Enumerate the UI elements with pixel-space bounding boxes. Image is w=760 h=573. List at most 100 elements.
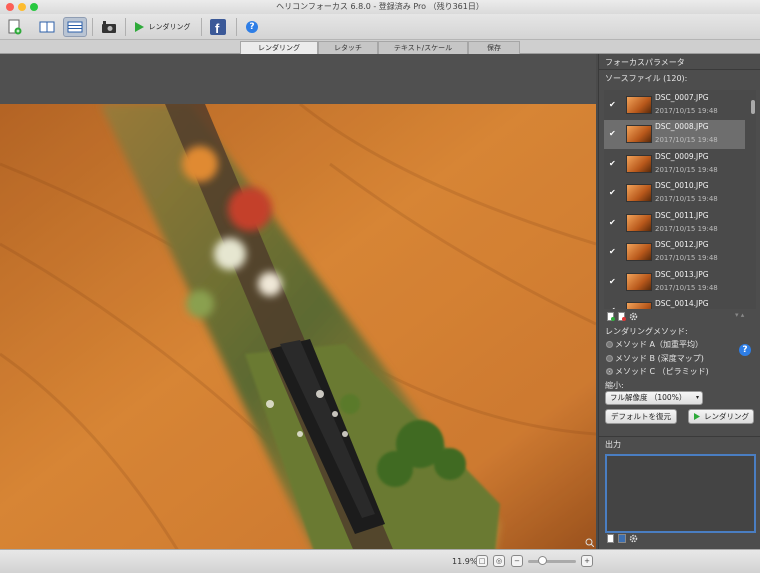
- list-item[interactable]: ✔ DSC_0013.JPG 2017/10/15 19:48: [604, 268, 745, 297]
- file-date: 2017/10/15 19:48: [655, 107, 718, 115]
- tab-retouch[interactable]: レタッチ: [318, 41, 378, 54]
- facebook-icon: f: [210, 19, 226, 35]
- file-date: 2017/10/15 19:48: [655, 254, 718, 262]
- app-window: ヘリコンフォーカス 6.8.0 - 登録済み Pro （残り361日） レンダリ…: [0, 0, 760, 573]
- chevron-down-icon: ▾: [695, 394, 699, 401]
- source-file-list[interactable]: ✔ DSC_0007.JPG 2017/10/15 19:48 ✔ DSC_00…: [604, 90, 756, 309]
- minimize-icon[interactable]: [18, 3, 26, 11]
- tab-text-scale[interactable]: テキスト/スケール: [378, 41, 468, 54]
- render-button[interactable]: レンダリング: [688, 409, 754, 424]
- method-b-radio[interactable]: メソッド B (深度マップ): [606, 353, 704, 364]
- file-thumbnail: [626, 96, 652, 114]
- list-item[interactable]: ✔ DSC_0008.JPG 2017/10/15 19:48: [604, 120, 745, 149]
- method-c-label: メソッド C （ピラミッド): [615, 367, 709, 376]
- gear-icon[interactable]: [629, 534, 638, 543]
- file-name: DSC_0013.JPG: [655, 270, 709, 279]
- file-thumbnail: [626, 214, 652, 232]
- radio-dot-selected: [606, 368, 613, 375]
- file-checkbox[interactable]: ✔: [609, 101, 617, 109]
- file-date: 2017/10/15 19:48: [655, 166, 718, 174]
- list-item[interactable]: ✔ DSC_0010.JPG 2017/10/15 19:48: [604, 179, 745, 208]
- zoom-level: 11.9%: [452, 557, 478, 566]
- actual-size-button[interactable]: ◎: [493, 555, 505, 567]
- zoom-icon[interactable]: [30, 3, 38, 11]
- preview-image[interactable]: [0, 104, 596, 554]
- file-list-actions: [607, 312, 638, 321]
- add-images-button[interactable]: [5, 17, 25, 37]
- file-thumbnail: [626, 243, 652, 261]
- gear-icon[interactable]: [629, 312, 638, 321]
- output-list[interactable]: [605, 454, 756, 533]
- title-bar: ヘリコンフォーカス 6.8.0 - 登録済み Pro （残り361日）: [0, 0, 760, 14]
- preview-area[interactable]: [0, 54, 596, 554]
- file-checkbox[interactable]: ✔: [609, 278, 617, 286]
- svg-text:f: f: [215, 21, 220, 35]
- file-name: DSC_0008.JPG: [655, 122, 709, 131]
- help-toolbar-button[interactable]: ?: [244, 17, 260, 37]
- render-method-label: レンダリングメソッド:: [605, 327, 688, 336]
- save-icon[interactable]: [618, 534, 626, 543]
- toolbar: レンダリング f ?: [0, 14, 760, 40]
- focus-stack-photo: [0, 104, 596, 554]
- file-checkbox[interactable]: ✔: [609, 160, 617, 168]
- focus-parameters-panel: フォーカスパラメータ ソースファイル (120): ✔ DSC_0007.JPG…: [598, 54, 760, 549]
- file-checkbox[interactable]: ✔: [609, 307, 617, 310]
- camera-icon: [102, 21, 116, 33]
- two-panel-view-button[interactable]: [36, 17, 58, 37]
- camera-button[interactable]: [98, 17, 120, 37]
- tab-rendering[interactable]: レンダリング: [240, 41, 318, 54]
- file-name: DSC_0007.JPG: [655, 93, 709, 102]
- file-date: 2017/10/15 19:48: [655, 225, 718, 233]
- file-name: DSC_0012.JPG: [655, 240, 709, 249]
- add-file-icon: [8, 19, 22, 35]
- file-checkbox[interactable]: ✔: [609, 248, 617, 256]
- render-toolbar-label: レンダリング: [148, 23, 191, 31]
- file-checkbox[interactable]: ✔: [609, 130, 617, 138]
- tab-save[interactable]: 保存: [468, 41, 520, 54]
- reduce-select[interactable]: フル解像度 （100%） ▾: [605, 391, 703, 405]
- file-thumbnail: [626, 302, 652, 309]
- method-c-radio[interactable]: メソッド C （ピラミッド): [606, 366, 709, 377]
- restore-default-label: デフォルトを復元: [611, 412, 671, 421]
- file-icon[interactable]: [607, 534, 615, 543]
- reduce-label: 縮小:: [605, 381, 624, 390]
- file-date: 2017/10/15 19:48: [655, 136, 718, 144]
- list-view-button[interactable]: [63, 17, 87, 37]
- method-a-radio[interactable]: メソッド A（加重平均）: [606, 339, 703, 350]
- file-thumbnail: [626, 155, 652, 173]
- magnifier-icon[interactable]: [585, 538, 594, 547]
- window-controls: [6, 3, 38, 11]
- method-a-label: メソッド A（加重平均）: [615, 340, 704, 349]
- close-icon[interactable]: [6, 3, 14, 11]
- list-item[interactable]: ✔ DSC_0014.JPG: [604, 297, 745, 309]
- list-item[interactable]: ✔ DSC_0012.JPG 2017/10/15 19:48: [604, 238, 745, 267]
- file-thumbnail: [626, 125, 652, 143]
- restore-default-button[interactable]: デフォルトを復元: [605, 409, 677, 424]
- method-b-label: メソッド B (深度マップ): [615, 354, 704, 363]
- zoom-slider[interactable]: [528, 560, 576, 563]
- zoom-slider-knob[interactable]: [538, 556, 547, 565]
- file-checkbox[interactable]: ✔: [609, 219, 617, 227]
- radio-dot: [606, 341, 613, 348]
- render-toolbar-button[interactable]: レンダリング: [130, 17, 194, 37]
- list-item[interactable]: ✔ DSC_0007.JPG 2017/10/15 19:48: [604, 91, 745, 120]
- output-label: 出力: [605, 440, 621, 449]
- list-item[interactable]: ✔ DSC_0011.JPG 2017/10/15 19:48: [604, 209, 745, 238]
- help-icon: ?: [246, 21, 258, 33]
- list-item[interactable]: ✔ DSC_0009.JPG 2017/10/15 19:48: [604, 150, 745, 179]
- help-icon[interactable]: ?: [739, 344, 751, 356]
- zoom-out-button[interactable]: −: [511, 555, 523, 567]
- zoom-in-button[interactable]: +: [581, 555, 593, 567]
- focus-params-title: フォーカスパラメータ: [605, 58, 685, 67]
- facebook-button[interactable]: f: [208, 17, 228, 37]
- scrollbar-thumb[interactable]: [751, 100, 755, 114]
- add-file-icon[interactable]: [607, 312, 615, 321]
- fit-zoom-button[interactable]: □: [476, 555, 488, 567]
- collapse-arrows-icon[interactable]: ▾ ▴: [735, 311, 744, 319]
- file-name: DSC_0014.JPG: [655, 299, 709, 308]
- window-title: ヘリコンフォーカス 6.8.0 - 登録済み Pro （残り361日）: [276, 2, 484, 11]
- remove-file-icon[interactable]: [618, 312, 626, 321]
- file-checkbox[interactable]: ✔: [609, 189, 617, 197]
- file-thumbnail: [626, 184, 652, 202]
- file-list-scrollbar[interactable]: [750, 90, 756, 309]
